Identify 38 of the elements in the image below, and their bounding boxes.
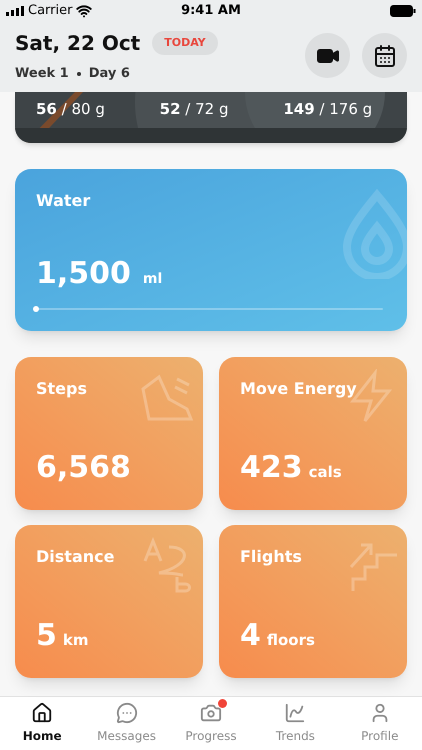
clock: 9:41 AM [181,2,241,20]
stat-value: 4 [240,616,261,654]
signal-icon [6,6,24,16]
stat-title: Flights [240,546,303,568]
macro-value: 52 / 72 g [160,98,230,120]
carrier-name: Carrier [28,2,72,20]
stat-unit: km [62,630,88,650]
camera-icon [200,702,222,724]
calendar-icon [372,44,396,68]
stat-title: Distance [36,546,116,568]
calendar-button[interactable] [362,33,407,78]
tab-bar-item[interactable]: Trends [253,697,338,750]
wifi-icon [76,3,92,19]
stat-value: 6,568 [36,448,131,486]
water-title: Water [36,190,92,212]
date-title: Sat, 22 Oct [15,30,140,57]
video-button[interactable] [305,33,350,78]
chat-bubble-icon [116,702,138,724]
tab-bar-item[interactable]: Profile [338,697,422,750]
day-label: Day 6 [88,65,130,83]
macro-value: 56 / 80 g [36,98,106,120]
stat-unit: cals [308,462,342,482]
tab-bar-item[interactable]: Messages [84,697,169,750]
water-unit: ml [142,270,162,288]
macro-value: 149 / 176 g [283,98,374,120]
week-label: Week 1 [15,65,69,83]
stat-value: 423 [240,448,303,486]
stat-title: Move Energy [240,378,358,400]
tab-bar-item[interactable]: Home [0,697,84,750]
home-icon [31,702,54,724]
stat-title: Steps [36,378,88,400]
chart-icon [284,702,306,724]
stat-unit: floors [266,630,315,650]
today-badge: TODAY [152,30,218,56]
battery-icon [390,5,416,17]
water-value: 1,500 [36,254,131,292]
tab-bar-item[interactable]: Progress [168,697,254,750]
stat-value: 5 [36,616,57,654]
